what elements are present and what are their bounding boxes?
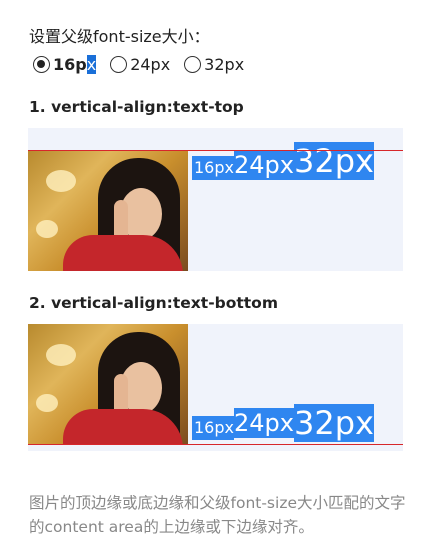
- text-selection-highlight: x: [86, 54, 97, 74]
- tag-32px: 32px: [293, 404, 374, 442]
- section-heading-text-top: 1. vertical-align:text-top: [29, 98, 244, 116]
- radio-16px-label: 16px: [53, 54, 97, 74]
- size-tags-text-bottom: 16px 24px 32px: [192, 404, 374, 442]
- radio-unchecked-icon: [184, 55, 202, 73]
- demo-box-text-bottom: 16px 24px 32px: [28, 324, 403, 451]
- tag-24px: 24px: [233, 150, 294, 180]
- tag-32px: 32px: [293, 142, 374, 180]
- tag-16px: 16px: [192, 416, 234, 440]
- radio-checked-icon: [33, 55, 50, 73]
- alignment-line: [28, 444, 403, 445]
- radio-24px-label: 24px: [130, 54, 171, 74]
- radio-16px[interactable]: 16px: [33, 54, 97, 74]
- tag-24px: 24px: [233, 408, 294, 438]
- radio-32px-label: 32px: [204, 54, 245, 74]
- portrait-photo: [28, 324, 188, 445]
- font-size-radio-group: 16px 24px 32px: [33, 52, 258, 76]
- alignment-line: [28, 150, 403, 151]
- tag-16px: 16px: [192, 156, 234, 180]
- section-heading-text-bottom: 2. vertical-align:text-bottom: [29, 294, 278, 312]
- radio-16px-text: 16p: [53, 54, 87, 74]
- footnote-text: 图片的顶边缘或底边缘和父级font-size大小匹配的文字的content ar…: [29, 494, 406, 536]
- demo-box-text-top: 16px 24px 32px: [28, 128, 403, 271]
- size-tags-text-top: 16px 24px 32px: [192, 130, 374, 180]
- font-size-prompt: 设置父级font-size大小：: [29, 27, 210, 46]
- radio-24px[interactable]: 24px: [110, 55, 170, 74]
- radio-32px[interactable]: 32px: [184, 55, 244, 74]
- radio-unchecked-icon: [110, 55, 128, 73]
- portrait-photo: [28, 150, 188, 271]
